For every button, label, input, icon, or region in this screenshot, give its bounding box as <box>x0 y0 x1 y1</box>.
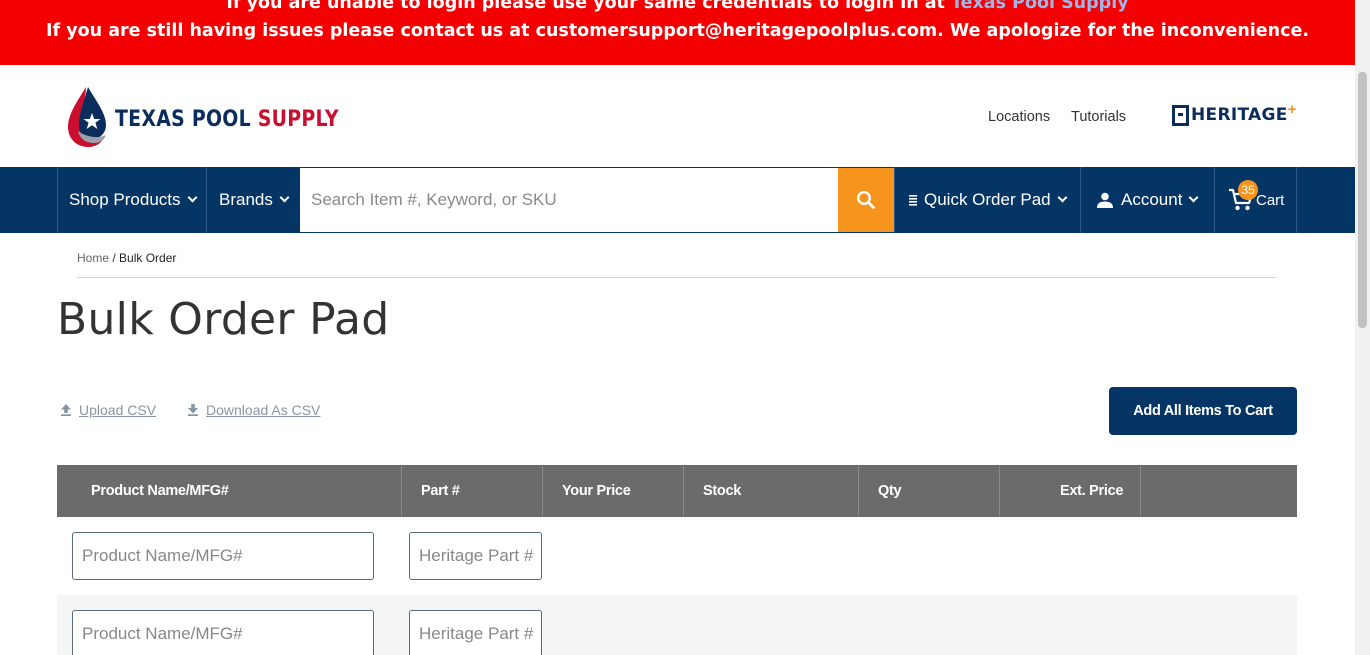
add-all-to-cart-button[interactable]: Add All Items To Cart <box>1109 387 1297 435</box>
cart-count-badge: 35 <box>1238 180 1258 200</box>
alert-line-2: If you are still having issues please co… <box>46 21 1309 41</box>
download-csv-link[interactable]: Download As CSV <box>187 402 320 418</box>
logo-word-texas-pool: TEXAS POOL <box>115 107 258 132</box>
column-divider <box>401 465 402 517</box>
breadcrumb-divider <box>77 277 1277 278</box>
page-title: Bulk Order Pad <box>57 294 390 345</box>
site-header: TEXAS POOL SUPPLY Locations Tutorials HE… <box>0 65 1355 167</box>
shop-products-menu[interactable]: Shop Products <box>69 167 197 233</box>
nav-divider <box>1080 167 1081 233</box>
table-row <box>57 595 1297 655</box>
column-header-ext-price: Ext. Price <box>1060 483 1124 499</box>
column-header-product: Product Name/MFG# <box>91 483 229 499</box>
bulk-order-table-header: Product Name/MFG# Part # Your Price Stoc… <box>57 465 1297 517</box>
chevron-down-icon <box>1057 192 1068 203</box>
product-name-input[interactable] <box>72 532 374 580</box>
breadcrumb-separator: / <box>109 251 120 265</box>
part-number-input[interactable] <box>409 610 542 655</box>
logo-text: TEXAS POOL SUPPLY <box>115 107 339 132</box>
chevron-down-icon <box>187 192 197 203</box>
upload-icon <box>61 404 71 416</box>
heritage-h-icon <box>1172 104 1189 126</box>
breadcrumb: Home / Bulk Order <box>77 251 176 265</box>
heritage-plus-icon: + <box>1287 100 1297 118</box>
column-header-part: Part # <box>421 483 460 499</box>
nav-divider <box>57 167 58 233</box>
brands-menu[interactable]: Brands <box>219 167 290 233</box>
breadcrumb-current: Bulk Order <box>119 251 177 265</box>
breadcrumb-home-link[interactable]: Home <box>77 251 109 265</box>
heritage-logo-text: HERITAGE <box>1191 105 1288 125</box>
column-header-qty: Qty <box>878 483 902 499</box>
account-label: Account <box>1121 190 1183 209</box>
nav-divider <box>894 167 895 233</box>
column-divider <box>542 465 543 517</box>
alert-line-1-text: If you are unable to login please use yo… <box>226 0 952 13</box>
texas-pool-supply-link[interactable]: Texas Pool Supply <box>951 0 1129 13</box>
water-drop-star-icon <box>68 87 106 147</box>
user-icon <box>1097 192 1113 208</box>
scrollbar-thumb[interactable] <box>1358 72 1367 328</box>
brands-label: Brands <box>219 190 273 209</box>
upload-csv-link[interactable]: Upload CSV <box>60 402 156 418</box>
locations-link[interactable]: Locations <box>988 109 1050 125</box>
tutorials-link[interactable]: Tutorials <box>1071 109 1126 125</box>
column-header-price: Your Price <box>562 483 631 499</box>
column-divider <box>999 465 1000 517</box>
cart-button[interactable]: Cart <box>1228 167 1284 233</box>
main-nav: Shop Products Brands Quick Order Pad Acc… <box>0 167 1355 233</box>
download-icon <box>188 404 198 416</box>
table-row <box>57 517 1297 595</box>
search-icon <box>856 190 875 209</box>
heritage-logo[interactable]: HERITAGE + <box>1172 100 1297 127</box>
account-menu[interactable]: Account <box>1097 167 1199 233</box>
column-divider <box>858 465 859 517</box>
search-button[interactable] <box>838 168 894 232</box>
cart-label: Cart <box>1256 191 1285 209</box>
product-name-input[interactable] <box>72 610 374 655</box>
nav-divider <box>1214 167 1215 233</box>
search-input[interactable] <box>300 168 838 232</box>
logo-word-supply: SUPPLY <box>257 107 339 132</box>
column-divider <box>1140 465 1141 517</box>
upload-csv-label: Upload CSV <box>79 402 157 418</box>
download-csv-label: Download As CSV <box>206 402 321 418</box>
chevron-down-icon <box>1188 192 1199 203</box>
part-number-input[interactable] <box>409 532 542 580</box>
nav-divider <box>206 167 207 233</box>
order-pad-icon <box>909 194 917 206</box>
alert-banner: If you are unable to login please use yo… <box>0 0 1355 65</box>
chevron-down-icon <box>279 192 290 203</box>
alert-line-1: If you are unable to login please use yo… <box>0 0 1355 13</box>
quick-order-pad-menu[interactable]: Quick Order Pad <box>909 167 1068 233</box>
nav-divider <box>1296 167 1297 233</box>
texas-pool-supply-logo[interactable]: TEXAS POOL SUPPLY <box>66 85 339 149</box>
column-header-stock: Stock <box>703 483 741 499</box>
quick-order-pad-label: Quick Order Pad <box>924 190 1051 209</box>
column-divider <box>683 465 684 517</box>
page-scrollbar[interactable] <box>1355 0 1370 655</box>
shop-products-label: Shop Products <box>69 190 181 209</box>
